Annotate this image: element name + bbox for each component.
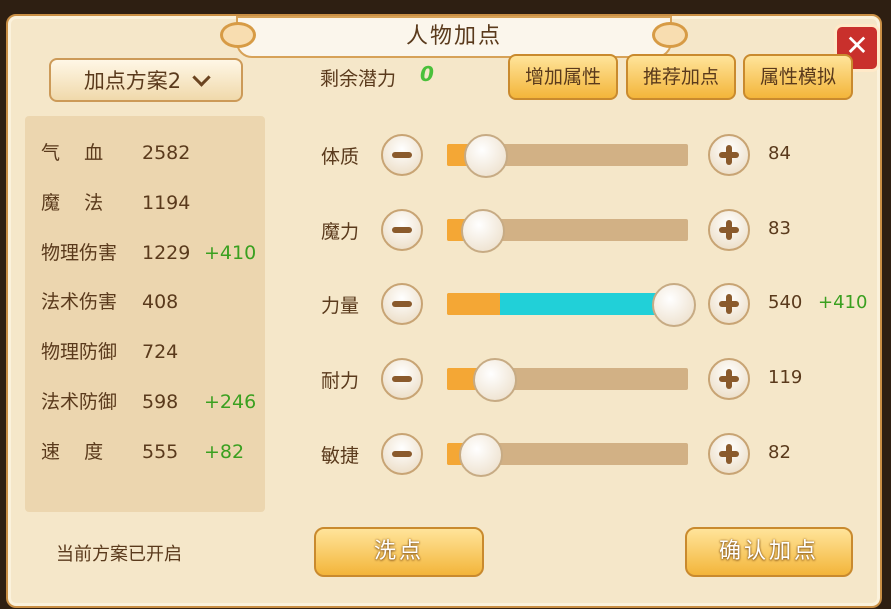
slider-handle[interactable] [461, 209, 505, 253]
attribute-row: 力量 540 +410 [0, 279, 891, 329]
title-ornament-right [652, 22, 688, 48]
reset-points-button[interactable]: 洗点 [314, 527, 484, 577]
title-bar: 人物加点 [220, 16, 688, 58]
minus-icon [392, 376, 412, 382]
attribute-slider[interactable] [447, 209, 688, 253]
plus-icon-vertical [726, 369, 732, 389]
minus-button[interactable] [381, 283, 423, 325]
confirm-points-button[interactable]: 确认加点 [685, 527, 853, 577]
attribute-row: 魔力 83 [0, 205, 891, 255]
slider-handle[interactable] [652, 283, 696, 327]
minus-icon [392, 227, 412, 233]
plus-button[interactable] [708, 134, 750, 176]
plan-dropdown-label: 加点方案2 [83, 69, 182, 93]
attribute-row: 耐力 119 [0, 354, 891, 404]
title-ornament-left [220, 22, 256, 48]
attribute-slider[interactable] [447, 283, 696, 327]
attribute-slider[interactable] [447, 134, 688, 178]
chevron-down-icon [192, 67, 211, 87]
minus-icon [392, 301, 412, 307]
attribute-value: 84 [768, 143, 791, 164]
plus-icon-vertical [726, 145, 732, 165]
dialog-title: 人物加点 [405, 24, 502, 49]
attribute-bonus: +410 [818, 292, 868, 313]
minus-button[interactable] [381, 433, 423, 475]
attribute-value: 82 [768, 442, 791, 463]
attribute-row: 体质 84 [0, 130, 891, 180]
attribute-slider[interactable] [447, 358, 688, 402]
simulate-attribute-button[interactable]: 属性模拟 [743, 54, 853, 100]
attribute-name: 敏捷 [321, 445, 360, 467]
attribute-slider[interactable] [447, 433, 688, 477]
plus-icon-vertical [726, 220, 732, 240]
plus-button[interactable] [708, 283, 750, 325]
plan-dropdown[interactable]: 加点方案2 [49, 58, 243, 102]
plus-button[interactable] [708, 209, 750, 251]
attribute-value: 83 [768, 218, 791, 239]
attribute-value: 119 [768, 367, 803, 388]
slider-base-fill [447, 293, 500, 315]
plus-icon-vertical [726, 444, 732, 464]
plus-button[interactable] [708, 358, 750, 400]
slider-handle[interactable] [459, 433, 503, 477]
attribute-name: 体质 [321, 146, 360, 168]
attribute-name: 魔力 [321, 221, 360, 243]
plus-button[interactable] [708, 433, 750, 475]
attribute-name: 力量 [321, 295, 360, 317]
potential-label: 剩余潜力 [320, 68, 397, 90]
potential-value: 0 [420, 62, 434, 86]
plan-status-text: 当前方案已开启 [56, 544, 182, 565]
attribute-row: 敏捷 82 [0, 429, 891, 479]
minus-button[interactable] [381, 358, 423, 400]
slider-handle[interactable] [464, 134, 508, 178]
add-attribute-button[interactable]: 增加属性 [508, 54, 618, 100]
slider-extra-fill [500, 293, 674, 315]
plus-icon-vertical [726, 294, 732, 314]
minus-button[interactable] [381, 134, 423, 176]
slider-handle[interactable] [473, 358, 517, 402]
recommend-points-button[interactable]: 推荐加点 [626, 54, 736, 100]
attribute-value: 540 [768, 292, 803, 313]
minus-icon [392, 152, 412, 158]
minus-icon [392, 451, 412, 457]
attribute-name: 耐力 [321, 370, 360, 392]
minus-button[interactable] [381, 209, 423, 251]
